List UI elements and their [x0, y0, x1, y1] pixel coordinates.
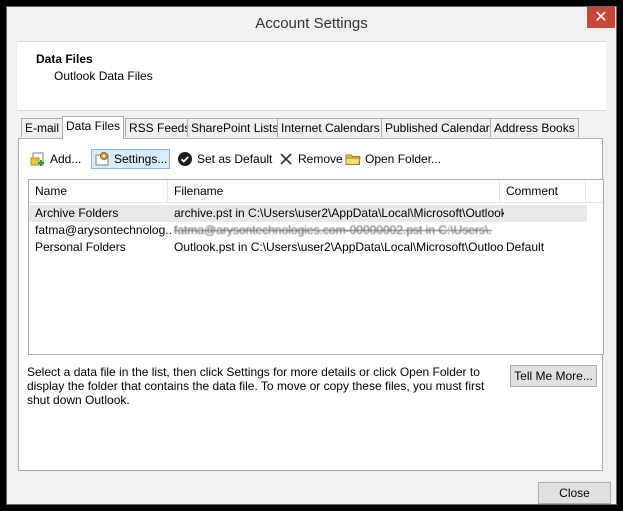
column-header-comment[interactable]: Comment: [500, 180, 586, 202]
data-files-list[interactable]: Name Filename Comment Archive Folders ar…: [28, 179, 604, 355]
add-label: Add...: [50, 152, 82, 166]
checkmark-icon: [177, 151, 193, 167]
column-header-filename[interactable]: Filename: [168, 180, 500, 202]
add-file-icon: [30, 151, 46, 167]
window-title: Account Settings: [255, 15, 368, 32]
open-folder-button[interactable]: Open Folder...: [343, 149, 443, 169]
data-files-panel: Add... Settings... Set as Default Remove…: [18, 138, 604, 471]
set-as-default-button[interactable]: Set as Default: [175, 149, 274, 169]
remove-button[interactable]: Remove: [276, 149, 345, 169]
row-filename: Outlook.pst in C:\Users\user2\AppData\Lo…: [174, 240, 504, 254]
list-header: Name Filename Comment: [29, 180, 603, 203]
open-folder-label: Open Folder...: [365, 152, 442, 166]
folder-icon: [345, 151, 361, 167]
list-row-fatma[interactable]: fatma@arysontechnolog... fatma@arysontec…: [29, 222, 603, 239]
header-title: Data Files: [36, 52, 93, 66]
row-comment: Default: [506, 240, 545, 254]
add-button[interactable]: Add...: [28, 149, 83, 169]
settings-button[interactable]: Settings...: [91, 149, 171, 169]
remove-label: Remove: [298, 152, 343, 166]
set-as-default-label: Set as Default: [197, 152, 273, 166]
header-subtitle: Outlook Data Files: [54, 69, 153, 83]
list-row-archive-folders[interactable]: Archive Folders archive.pst in C:\Users\…: [29, 205, 587, 222]
tell-me-more-button[interactable]: Tell Me More...: [510, 365, 597, 387]
close-button[interactable]: Close: [538, 482, 611, 504]
column-header-name[interactable]: Name: [29, 180, 168, 202]
window-close-button[interactable]: ✕: [587, 7, 615, 28]
remove-x-icon: [278, 151, 294, 167]
row-name: Archive Folders: [35, 206, 119, 220]
tab-sharepoint-lists[interactable]: SharePoint Lists: [187, 118, 283, 137]
row-filename: archive.pst in C:\Users\user2\AppData\Lo…: [174, 206, 504, 220]
row-name: Personal Folders: [35, 240, 126, 254]
list-row-personal-folders[interactable]: Personal Folders Outlook.pst in C:\Users…: [29, 239, 603, 256]
settings-icon: [94, 151, 110, 167]
account-settings-window: Account Settings ✕ Data Files Outlook Da…: [6, 6, 617, 505]
header-panel: Data Files Outlook Data Files: [17, 41, 606, 111]
title-bar: Account Settings ✕: [7, 7, 616, 41]
row-name: fatma@arysontechnolog...: [35, 223, 172, 237]
settings-label: Settings...: [114, 152, 168, 166]
tab-email[interactable]: E-mail: [21, 118, 64, 137]
info-text: Select a data file in the list, then cli…: [27, 365, 485, 407]
tab-address-books[interactable]: Address Books: [490, 118, 579, 137]
tab-rss-feeds[interactable]: RSS Feeds: [125, 118, 195, 137]
tab-internet-calendars[interactable]: Internet Calendars: [277, 118, 384, 137]
tab-data-files[interactable]: Data Files: [62, 116, 125, 139]
tab-published-calendars[interactable]: Published Calendars: [381, 118, 500, 137]
row-filename-redacted: fatma@arysontechnologies.com-00000002.ps…: [174, 223, 492, 237]
